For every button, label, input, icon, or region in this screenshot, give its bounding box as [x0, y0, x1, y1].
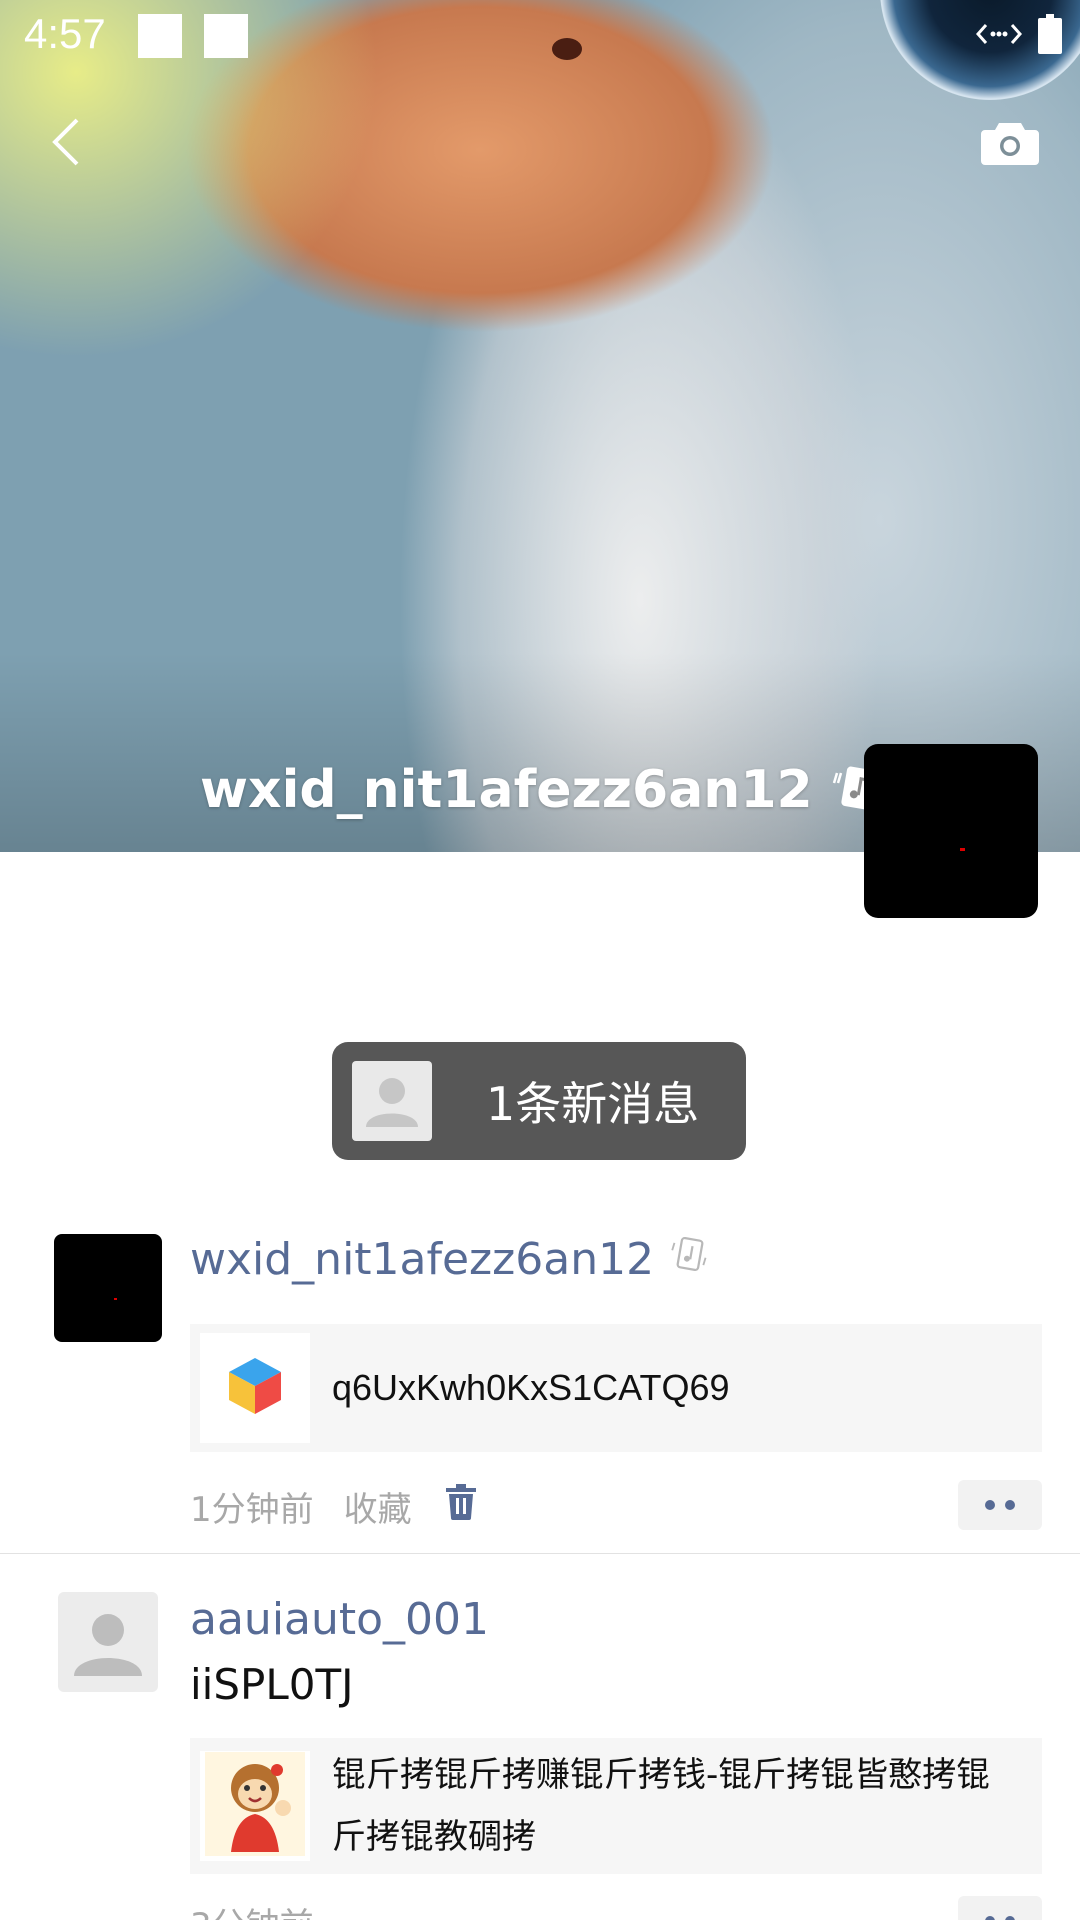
avatar-dot [114, 1298, 117, 1300]
link-thumbnail [200, 1751, 310, 1861]
chevron-left-icon [49, 116, 83, 172]
avatar[interactable] [54, 1234, 162, 1342]
profile-name[interactable]: wxid_nit1afezz6an12 [200, 760, 813, 820]
post-time: 3分钟前 [190, 1898, 314, 1920]
post-meta: 3分钟前 [190, 1898, 314, 1920]
profile-avatar[interactable] [864, 744, 1038, 918]
status-bar: 4:57 [0, 0, 1080, 72]
avatar-dot [960, 848, 965, 851]
notification-icon [204, 14, 248, 58]
feed-post: wxid_nit1afezz6an12 q6UxKwh0KxS1CATQ69 1… [0, 1234, 1080, 1554]
link-title: 锟斤拷锟斤拷赚锟斤拷钱-锟斤拷锟皆憨拷锟斤拷锟教碉拷 [332, 1755, 991, 1857]
battery-icon [1038, 14, 1062, 58]
more-button[interactable] [958, 1896, 1042, 1920]
shared-link-card[interactable]: 锟斤拷锟斤拷赚锟斤拷钱-锟斤拷锟皆憨拷锟斤拷锟教碉拷 [190, 1738, 1042, 1874]
music-card-icon [670, 1234, 710, 1285]
delete-button[interactable] [445, 1484, 476, 1529]
link-thumbnail [200, 1333, 310, 1443]
more-dots-icon [985, 1500, 995, 1510]
post-author-name[interactable]: aauiauto_001 [190, 1594, 489, 1645]
avatar[interactable] [58, 1592, 158, 1692]
camera-icon [981, 119, 1039, 169]
more-dots-icon [1005, 1500, 1015, 1510]
monkey-mascot-icon [205, 1752, 305, 1860]
link-title: q6UxKwh0KxS1CATQ69 [332, 1367, 730, 1408]
more-dots-icon [985, 1916, 995, 1920]
status-right-icons [975, 14, 1062, 58]
favorite-label: 收藏 [343, 1490, 412, 1530]
post-text: iiSPL0TJ [190, 1660, 354, 1709]
post-author-row: wxid_nit1afezz6an12 [190, 1234, 710, 1285]
status-time: 4:57 [24, 10, 106, 57]
post-author-name[interactable]: wxid_nit1afezz6an12 [190, 1234, 654, 1285]
camera-button[interactable] [970, 104, 1050, 184]
avatar [352, 1061, 432, 1141]
data-sync-icon [975, 19, 1023, 53]
more-button[interactable] [958, 1480, 1042, 1530]
colored-cube-icon [227, 1356, 283, 1420]
shared-link-card[interactable]: q6UxKwh0KxS1CATQ69 [190, 1324, 1042, 1452]
cover-name-row: wxid_nit1afezz6an12 [200, 760, 885, 820]
new-message-notice[interactable]: 1条新消息 [332, 1042, 746, 1160]
more-dots-icon [1005, 1916, 1015, 1920]
trash-icon [445, 1484, 476, 1529]
cover-photo[interactable] [0, 0, 1080, 852]
feed-post: aauiauto_001 iiSPL0TJ 锟斤拷锟斤拷赚锟斤拷钱-锟斤拷锟皆憨… [0, 1556, 1080, 1920]
post-time: 1分钟前 [190, 1490, 314, 1530]
new-message-label: 1条新消息 [486, 1077, 700, 1131]
notification-icon [138, 14, 182, 58]
back-button[interactable] [26, 104, 106, 184]
post-meta: 1分钟前 收藏 [190, 1482, 476, 1531]
